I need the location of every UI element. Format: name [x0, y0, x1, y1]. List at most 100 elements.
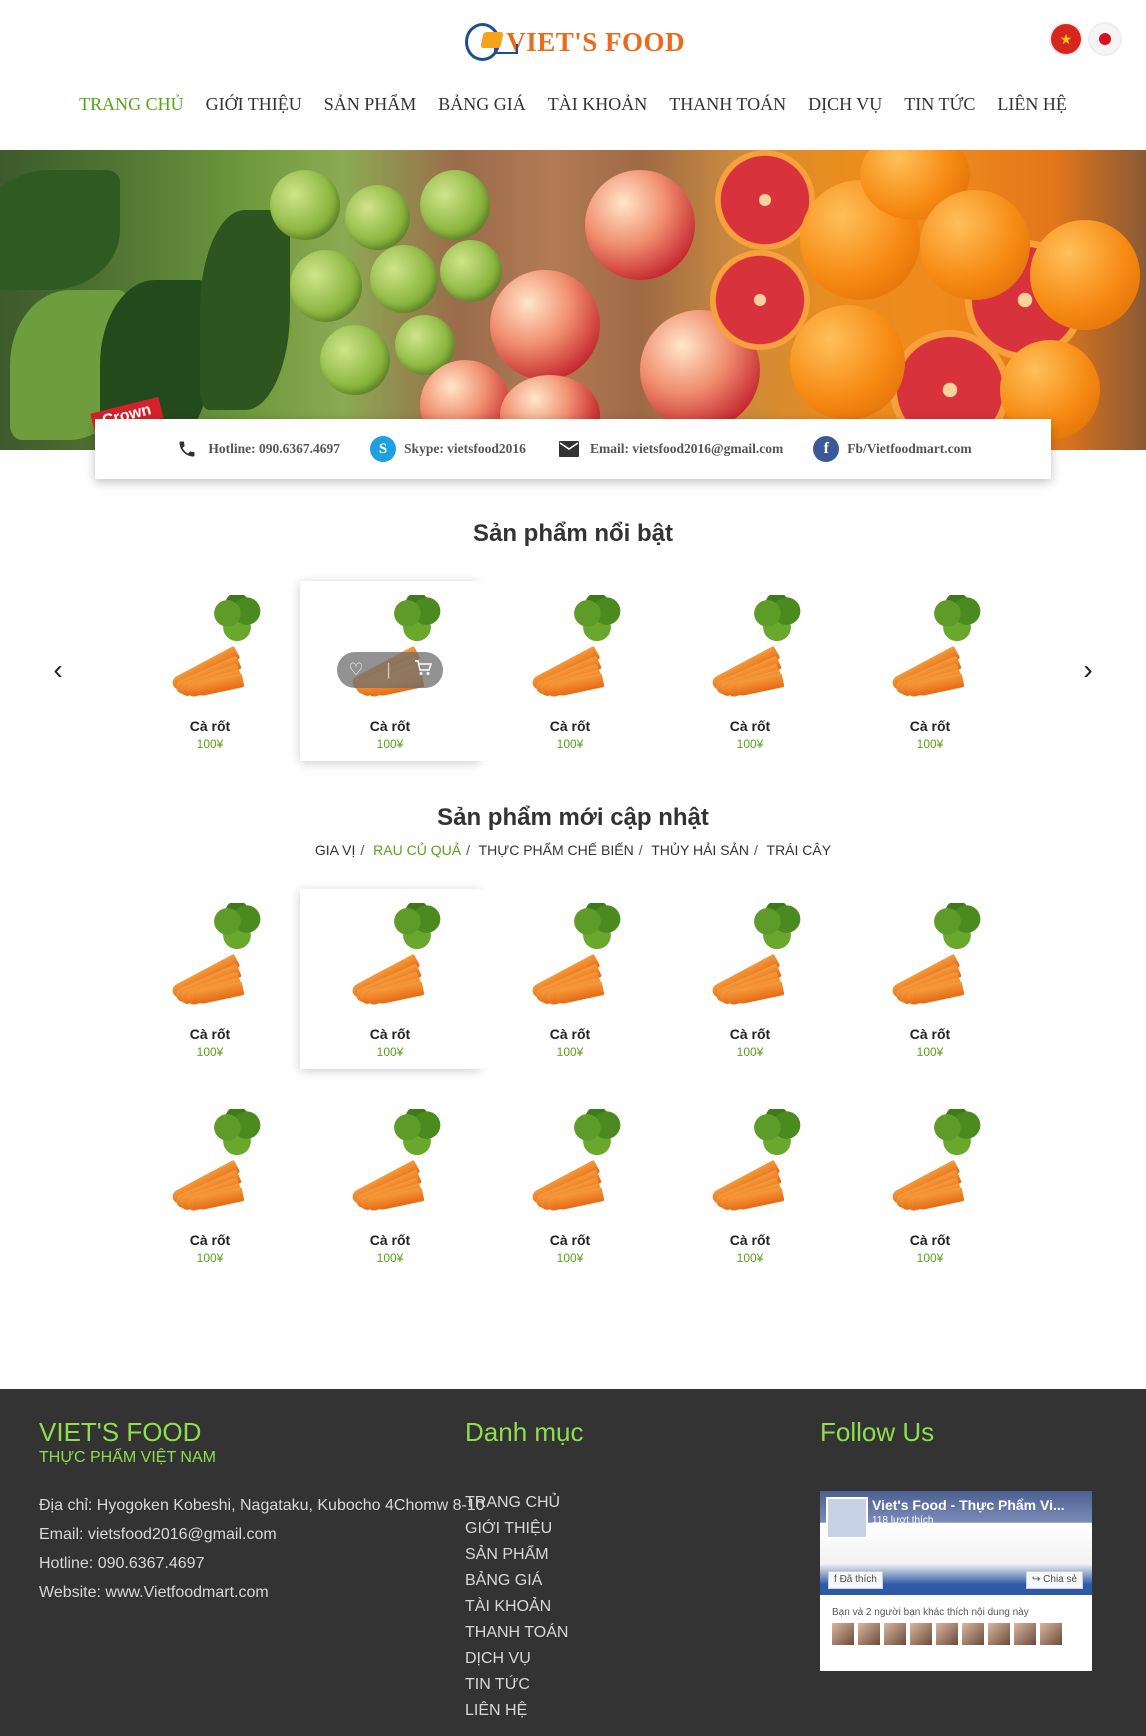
product-price: 100¥	[376, 737, 404, 751]
cart-icon[interactable]	[414, 659, 432, 681]
latest-grid-row-2: Cà rốt 100¥ Cà rốt 100¥ Cà rốt 100¥ Cà rốt 1…	[120, 1095, 1020, 1275]
footer-follow-title: Follow Us	[820, 1417, 935, 1447]
vietnam-flag-icon[interactable]: ★	[1051, 24, 1081, 54]
product-card[interactable]: Cà rốt 100¥	[660, 889, 840, 1069]
header: VIET'S FOOD ★ TRANG CHỦ GIỚI THIỆU SẢN P…	[0, 0, 1146, 150]
carousel-next-arrow[interactable]: ›	[1073, 654, 1103, 685]
nav-item-lien-he[interactable]: LIÊN HỆ	[997, 94, 1066, 124]
filter-rau-cu-qua[interactable]: RAU CỦ QUẢ	[373, 842, 461, 858]
latest-title: Sản phẩm mới cập nhật	[437, 804, 709, 831]
product-card[interactable]: Cà rốt 100¥	[840, 1095, 1020, 1275]
avatar[interactable]	[988, 1623, 1010, 1645]
product-card[interactable]: ♡ | Cà rốt 100¥	[300, 581, 480, 761]
product-card[interactable]: Cà rốt 100¥	[300, 1095, 480, 1275]
product-card[interactable]: Cà rốt 100¥	[300, 889, 480, 1069]
product-card[interactable]: Cà rốt 100¥	[660, 1095, 840, 1275]
footer-link-thanh-toan[interactable]: THANH TOÁN	[465, 1624, 568, 1642]
footer-link-lien-he[interactable]: LIÊN HỆ	[465, 1702, 527, 1720]
footer-tagline: THỰC PHẨM VIỆT NAM	[39, 1449, 216, 1466]
footer-link-tin-tuc[interactable]: TIN TỨC	[465, 1676, 530, 1694]
avatar[interactable]	[884, 1623, 906, 1645]
filter-trai-cay[interactable]: TRÁI CÂY	[767, 842, 832, 858]
japan-flag-icon[interactable]	[1090, 24, 1120, 54]
facebook-like-button[interactable]: f Đã thích	[828, 1571, 883, 1589]
carrot-greens	[393, 1109, 441, 1155]
skype-contact[interactable]: S Skype: vietsfood2016	[370, 436, 526, 462]
product-name: Cà rốt	[909, 1232, 951, 1248]
phone-icon	[174, 436, 200, 462]
carrot-image	[885, 1109, 985, 1213]
avatar[interactable]	[832, 1623, 854, 1645]
filter-gia-vi[interactable]: GIA VỊ	[315, 842, 355, 858]
nav-item-bang-gia[interactable]: BẢNG GIÁ	[438, 94, 526, 124]
hero-banner: Crown	[0, 150, 1146, 450]
product-card[interactable]: Cà rốt 100¥	[480, 581, 660, 761]
nav-item-tin-tuc[interactable]: TIN TỨC	[904, 94, 975, 124]
carousel-prev-arrow[interactable]: ‹	[43, 654, 73, 685]
nav-item-trang-chu[interactable]: TRANG CHỦ	[79, 94, 184, 124]
facebook-contact[interactable]: f Fb/Vietfoodmart.com	[813, 436, 972, 462]
facebook-share-button[interactable]: ↪ Chia sẻ	[1026, 1571, 1084, 1589]
nav-item-dich-vu[interactable]: DỊCH VỤ	[808, 94, 882, 124]
product-card[interactable]: Cà rốt 100¥	[120, 1095, 300, 1275]
facebook-page-widget[interactable]: Viet's Food - Thực Phẩm Vi... 118 lượt t…	[820, 1491, 1092, 1671]
avatar[interactable]	[1040, 1623, 1062, 1645]
footer-link-tai-khoan[interactable]: TÀI KHOẢN	[465, 1598, 551, 1616]
footer-link-bang-gia[interactable]: BẢNG GIÁ	[465, 1572, 542, 1590]
nav-item-san-pham[interactable]: SẢN PHẨM	[324, 94, 417, 124]
site-logo[interactable]: VIET'S FOOD	[465, 20, 685, 64]
footer-hotline[interactable]: Hotline: 090.6367.4697	[39, 1555, 204, 1573]
nav-item-gioi-thieu[interactable]: GIỚI THIỆU	[206, 94, 302, 124]
product-card[interactable]: Cà rốt 100¥	[840, 889, 1020, 1069]
orange	[790, 305, 905, 420]
facebook-friends-text: Bạn và 2 người bạn khác thích nội dung n…	[832, 1607, 1029, 1618]
brussels-sprout	[290, 250, 362, 322]
carrot-image	[885, 595, 985, 699]
product-card[interactable]: Cà rốt 100¥	[120, 889, 300, 1069]
facebook-page-title[interactable]: Viet's Food - Thực Phẩm Vi...	[872, 1497, 1065, 1513]
product-name: Cà rốt	[189, 1026, 231, 1042]
footer-website[interactable]: Website: www.Vietfoodmart.com	[39, 1584, 269, 1602]
footer-brand: VIET'S FOOD	[39, 1417, 202, 1447]
heart-icon[interactable]: ♡	[348, 660, 363, 680]
avatar[interactable]	[1014, 1623, 1036, 1645]
product-card[interactable]: Cà rốt 100¥	[480, 1095, 660, 1275]
product-card[interactable]: Cà rốt 100¥	[660, 581, 840, 761]
product-card[interactable]: Cà rốt 100¥	[480, 889, 660, 1069]
kale-leaf	[0, 170, 120, 290]
hotline-contact[interactable]: Hotline: 090.6367.4697	[174, 436, 340, 462]
product-name: Cà rốt	[729, 1232, 771, 1248]
footer-link-trang-chu[interactable]: TRANG CHỦ	[465, 1494, 560, 1512]
filter-thuc-pham-che-bien[interactable]: THỰC PHẨM CHẾ BIẾN	[479, 842, 634, 858]
filter-thuy-hai-san[interactable]: THỦY HẢI SẢN	[651, 842, 749, 858]
carrot-greens	[753, 903, 801, 949]
apple	[490, 270, 600, 380]
footer-link-san-pham[interactable]: SẢN PHẨM	[465, 1546, 549, 1564]
product-card[interactable]: Cà rốt 100¥	[120, 581, 300, 761]
footer-link-dich-vu[interactable]: DỊCH VỤ	[465, 1650, 531, 1668]
carrot-greens	[933, 903, 981, 949]
email-contact[interactable]: Email: vietsfood2016@gmail.com	[556, 436, 783, 462]
carrot-greens	[933, 595, 981, 641]
footer-link-gioi-thieu[interactable]: GIỚI THIỆU	[465, 1520, 552, 1538]
filter-separator: /	[753, 842, 758, 858]
orange	[1030, 220, 1140, 330]
facebook-page-avatar[interactable]	[826, 1497, 868, 1539]
avatar[interactable]	[858, 1623, 880, 1645]
filter-separator: /	[360, 842, 365, 858]
avatar[interactable]	[936, 1623, 958, 1645]
avatar[interactable]	[910, 1623, 932, 1645]
brussels-sprout	[270, 170, 340, 240]
carrot-greens	[213, 1109, 261, 1155]
carrot-image	[345, 1109, 445, 1213]
footer-email[interactable]: Email: vietsfood2016@gmail.com	[39, 1526, 277, 1544]
carrot-greens	[753, 595, 801, 641]
nav-item-tai-khoan[interactable]: TÀI KHOẢN	[548, 94, 647, 124]
nav-item-thanh-toan[interactable]: THANH TOÁN	[669, 94, 786, 124]
avatar[interactable]	[962, 1623, 984, 1645]
facebook-likes-count: 118 lượt thích	[872, 1515, 934, 1526]
skype-icon: S	[370, 436, 397, 462]
product-card[interactable]: Cà rốt 100¥	[840, 581, 1020, 761]
carrot-image	[705, 903, 805, 1007]
brussels-sprout	[320, 325, 390, 395]
